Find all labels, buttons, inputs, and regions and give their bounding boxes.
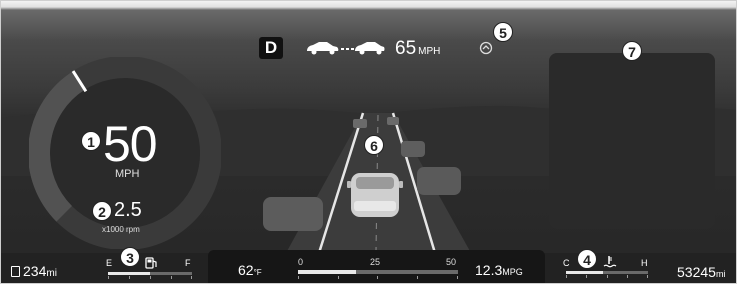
speed-unit: MPH: [115, 168, 140, 180]
fuel-tick: [191, 276, 192, 279]
rpm-unit: x1000 rpm: [102, 225, 140, 234]
mpg-scale-min: 0: [298, 257, 304, 267]
coolant-tick: [647, 275, 648, 278]
vehicle-block-left: [263, 197, 323, 231]
coolant-bar-fill: [566, 271, 603, 274]
vehicle-block-distant-2: [387, 117, 399, 125]
instrument-cluster: D 65MPH 50 MPH 2.5 x1000 rpm 234mi E F: [0, 0, 737, 284]
fuel-pump-icon: [145, 257, 157, 269]
fuel-economy-value: 12.3: [475, 262, 503, 278]
coolant-tick: [586, 275, 587, 278]
fuel-tick: [171, 276, 172, 279]
odometer-unit: mi: [715, 269, 726, 279]
vehicle-block-distant: [353, 119, 367, 128]
fuel-gauge: E F: [106, 257, 196, 280]
cruise-set-speed-value: 65: [395, 38, 417, 59]
fuel-range-unit: mi: [46, 268, 57, 279]
callout-marker-2: 2: [92, 201, 112, 221]
callout-marker-4: 4: [577, 249, 597, 269]
cruise-set-speed: 65 MPH: [395, 38, 440, 60]
fuel-tick: [150, 276, 151, 279]
fuel-pump-icon: [11, 266, 20, 277]
mpg-tick: [457, 276, 458, 279]
cruise-set-speed-unit: MPH: [418, 46, 441, 57]
coolant-tick: [627, 275, 628, 278]
gear-indicator: D: [259, 37, 283, 59]
coolant-cold-label: C: [563, 258, 570, 268]
fuel-bar-fill: [108, 272, 150, 275]
outside-temperature: 62°F: [238, 262, 262, 278]
callout-marker-6: 6: [364, 135, 384, 155]
mpg-scale-mid: 25: [370, 257, 381, 267]
vehicle-block-right-far: [401, 141, 425, 157]
coolant-tick: [607, 275, 608, 278]
coolant-temp-icon: [603, 256, 617, 268]
own-vehicle-icon: [347, 173, 403, 217]
callout-marker-1: 1: [81, 131, 101, 151]
current-speed: 50: [103, 116, 158, 172]
fuel-range-value: 234: [23, 263, 47, 279]
lead-vehicle-icon: [307, 42, 385, 55]
mpg-tick: [377, 276, 378, 279]
vehicle-block-right-near: [417, 167, 461, 195]
fuel-range: 234mi: [11, 263, 57, 279]
odometer-value: 53245: [677, 264, 716, 280]
fuel-empty-label: E: [106, 258, 113, 268]
fuel-economy-unit: MPG: [502, 267, 523, 277]
fuel-tick: [108, 276, 109, 279]
fuel-economy: 12.3MPG: [475, 262, 523, 278]
callout-marker-3: 3: [120, 247, 140, 267]
mpg-scale-max: 50: [446, 257, 457, 267]
mpg-tick: [338, 276, 339, 279]
fuel-economy-gauge: 0 25 50: [298, 257, 458, 281]
odometer: 53245mi: [677, 264, 725, 280]
coolant-hot-label: H: [641, 258, 648, 268]
fuel-tick: [129, 276, 130, 279]
adaptive-cruise-icon: [479, 41, 493, 55]
callout-marker-5: 5: [493, 22, 513, 42]
coolant-tick: [566, 275, 567, 278]
outside-temperature-value: 62: [238, 262, 254, 278]
callout-marker-7: 7: [622, 41, 642, 61]
fuel-full-label: F: [185, 258, 191, 268]
outside-temperature-unit: °F: [253, 268, 262, 277]
mpg-tick: [417, 276, 418, 279]
info-display-panel: [549, 53, 715, 229]
mpg-bar-fill: [298, 270, 356, 274]
engine-rpm: 2.5: [114, 199, 142, 221]
mpg-tick: [298, 276, 299, 279]
